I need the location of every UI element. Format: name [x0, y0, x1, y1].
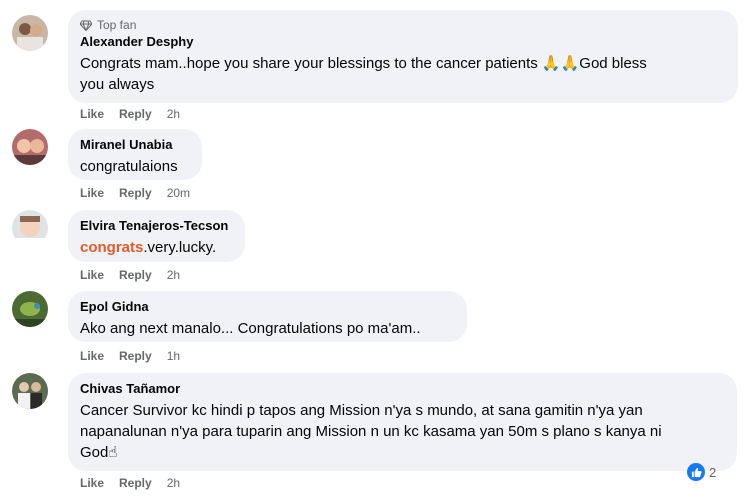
commenter-name[interactable]: Epol Gidna — [80, 299, 455, 315]
top-fan-badge: Top fan — [80, 18, 726, 32]
commenter-name[interactable]: Elvira Tenajeros-Tecson — [80, 218, 233, 234]
timestamp[interactable]: 2h — [167, 475, 180, 491]
commenter-name[interactable]: Chivas Tañamor — [80, 381, 725, 397]
comment-bubble: Chivas Tañamor Cancer Survivor kc hindi … — [68, 373, 737, 471]
like-button[interactable]: Like — [80, 475, 104, 491]
avatar[interactable] — [12, 15, 48, 51]
like-button[interactable]: Like — [80, 348, 104, 364]
comment-bubble: Elvira Tenajeros-Tecson congrats.very.lu… — [68, 210, 245, 262]
comment-bubble: Epol Gidna Ako ang next manalo... Congra… — [68, 291, 467, 342]
comment-actions: Like Reply 2h — [80, 475, 180, 491]
timestamp[interactable]: 20m — [167, 185, 190, 201]
comment-bubble: Miranel Unabia congratulaions — [68, 129, 202, 180]
like-button[interactable]: Like — [80, 106, 104, 122]
comment-text: congrats.very.lucky. — [80, 237, 233, 258]
comment-actions: Like Reply 2h — [80, 267, 180, 283]
comment-actions: Like Reply 1h — [80, 348, 180, 364]
comment-text: Congrats mam..hope you share your blessi… — [80, 53, 726, 95]
reply-button[interactable]: Reply — [119, 106, 152, 122]
comment-text-line: Cancer Survivor kc hindi p tapos ang Mis… — [80, 402, 643, 419]
like-reaction-icon — [687, 463, 705, 481]
comment-text-line: napanalunan n'ya para tuparin ang Missio… — [80, 423, 662, 440]
avatar[interactable] — [12, 210, 48, 246]
comment-bubble: Top fan Alexander Desphy Congrats mam..h… — [68, 10, 738, 103]
reply-button[interactable]: Reply — [119, 475, 152, 491]
avatar[interactable] — [12, 373, 48, 409]
avatar[interactable] — [12, 129, 48, 165]
comment-text-rest: .very.lucky. — [143, 239, 217, 256]
comment-actions: Like Reply 2h — [80, 106, 180, 122]
top-fan-label: Top fan — [97, 18, 137, 32]
like-button[interactable]: Like — [80, 267, 104, 283]
diamond-icon — [80, 20, 92, 31]
comment-text: Ako ang next manalo... Congratulations p… — [80, 320, 421, 337]
comment-text-line: you always — [80, 76, 155, 93]
avatar[interactable] — [12, 291, 48, 327]
comment-text-line: God☝ — [80, 444, 118, 461]
timestamp[interactable]: 2h — [167, 106, 180, 122]
reply-button[interactable]: Reply — [119, 185, 152, 201]
comment-text: Cancer Survivor kc hindi p tapos ang Mis… — [80, 400, 725, 463]
reply-button[interactable]: Reply — [119, 348, 152, 364]
reaction-count: 2 — [709, 464, 717, 480]
commenter-name[interactable]: Miranel Unabia — [80, 137, 190, 153]
reply-button[interactable]: Reply — [119, 267, 152, 283]
reaction-summary[interactable]: 2 — [687, 463, 716, 481]
commenter-name[interactable]: Alexander Desphy — [80, 34, 726, 50]
comment-actions: Like Reply 20m — [80, 185, 190, 201]
comment-text-line: Congrats mam..hope you share your blessi… — [80, 55, 647, 72]
like-button[interactable]: Like — [80, 185, 104, 201]
timestamp[interactable]: 2h — [167, 267, 180, 283]
timestamp[interactable]: 1h — [167, 348, 180, 364]
comment-text: congratulaions — [80, 158, 178, 175]
highlighted-word: congrats — [80, 239, 144, 256]
